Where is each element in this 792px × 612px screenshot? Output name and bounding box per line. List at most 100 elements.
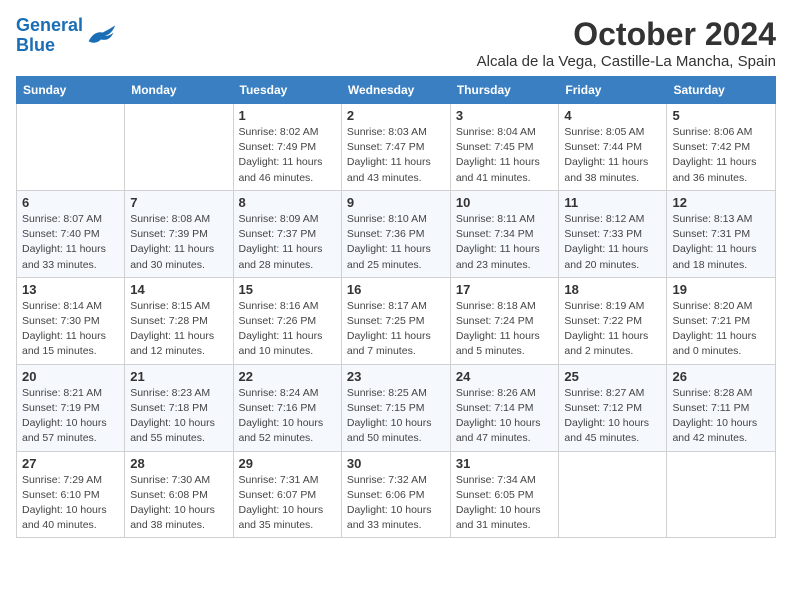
day-number: 19 bbox=[672, 282, 770, 297]
day-number: 23 bbox=[347, 369, 445, 384]
calendar-cell: 29 Sunrise: 7:31 AM Sunset: 6:07 PM Dayli… bbox=[233, 451, 341, 538]
calendar-cell: 24Sunrise: 8:26 AM Sunset: 7:14 PM Dayli… bbox=[450, 364, 559, 451]
calendar-cell: 16 Sunrise: 8:17 AM Sunset: 7:25 PM Dayli… bbox=[341, 277, 450, 364]
calendar-cell: 7Sunrise: 8:08 AM Sunset: 7:39 PM Daylig… bbox=[125, 190, 233, 277]
calendar-cell: 6 Sunrise: 8:07 AM Sunset: 7:40 PM Daylig… bbox=[17, 190, 125, 277]
day-number: 13 bbox=[22, 282, 119, 297]
calendar-week-row: 20 Sunrise: 8:21 AM Sunset: 7:19 PM Dayli… bbox=[17, 364, 776, 451]
day-detail: Sunrise: 7:31 AM Sunset: 6:07 PM Dayligh… bbox=[239, 473, 336, 534]
day-detail: Sunrise: 8:05 AM Sunset: 7:44 PM Dayligh… bbox=[564, 125, 661, 186]
calendar-cell: 23Sunrise: 8:25 AM Sunset: 7:15 PM Dayli… bbox=[341, 364, 450, 451]
day-detail: Sunrise: 8:28 AM Sunset: 7:11 PM Dayligh… bbox=[672, 386, 770, 447]
day-detail: Sunrise: 8:11 AM Sunset: 7:34 PM Dayligh… bbox=[456, 212, 554, 273]
day-number: 26 bbox=[672, 369, 770, 384]
calendar-cell: 26 Sunrise: 8:28 AM Sunset: 7:11 PM Dayli… bbox=[667, 364, 776, 451]
day-number: 20 bbox=[22, 369, 119, 384]
day-number: 24 bbox=[456, 369, 554, 384]
day-number: 21 bbox=[130, 369, 227, 384]
day-detail: Sunrise: 8:07 AM Sunset: 7:40 PM Dayligh… bbox=[22, 212, 119, 273]
calendar-cell: 8 Sunrise: 8:09 AM Sunset: 7:37 PM Daylig… bbox=[233, 190, 341, 277]
day-number: 9 bbox=[347, 195, 445, 210]
day-detail: Sunrise: 7:29 AM Sunset: 6:10 PM Dayligh… bbox=[22, 473, 119, 534]
calendar-cell: 22 Sunrise: 8:24 AM Sunset: 7:16 PM Dayli… bbox=[233, 364, 341, 451]
day-detail: Sunrise: 7:32 AM Sunset: 6:06 PM Dayligh… bbox=[347, 473, 445, 534]
header-tuesday: Tuesday bbox=[233, 77, 341, 104]
calendar-cell: 9 Sunrise: 8:10 AM Sunset: 7:36 PM Daylig… bbox=[341, 190, 450, 277]
location-title: Alcala de la Vega, Castille-La Mancha, S… bbox=[477, 53, 776, 70]
day-number: 22 bbox=[239, 369, 336, 384]
logo-line2: Blue bbox=[16, 35, 55, 55]
day-detail: Sunrise: 8:27 AM Sunset: 7:12 PM Dayligh… bbox=[564, 386, 661, 447]
calendar-cell: 25 Sunrise: 8:27 AM Sunset: 7:12 PM Dayli… bbox=[559, 364, 667, 451]
day-detail: Sunrise: 8:19 AM Sunset: 7:22 PM Dayligh… bbox=[564, 299, 661, 360]
header-wednesday: Wednesday bbox=[341, 77, 450, 104]
day-number: 3 bbox=[456, 108, 554, 123]
calendar-cell: 14Sunrise: 8:15 AM Sunset: 7:28 PM Dayli… bbox=[125, 277, 233, 364]
calendar-cell: 21Sunrise: 8:23 AM Sunset: 7:18 PM Dayli… bbox=[125, 364, 233, 451]
day-detail: Sunrise: 8:08 AM Sunset: 7:39 PM Dayligh… bbox=[130, 212, 227, 273]
day-number: 5 bbox=[672, 108, 770, 123]
day-number: 10 bbox=[456, 195, 554, 210]
calendar-cell: 18 Sunrise: 8:19 AM Sunset: 7:22 PM Dayli… bbox=[559, 277, 667, 364]
day-number: 2 bbox=[347, 108, 445, 123]
day-detail: Sunrise: 8:02 AM Sunset: 7:49 PM Dayligh… bbox=[239, 125, 336, 186]
day-detail: Sunrise: 8:18 AM Sunset: 7:24 PM Dayligh… bbox=[456, 299, 554, 360]
calendar-cell: 17 Sunrise: 8:18 AM Sunset: 7:24 PM Dayli… bbox=[450, 277, 559, 364]
month-title: October 2024 bbox=[477, 16, 776, 53]
day-number: 27 bbox=[22, 456, 119, 471]
day-number: 30 bbox=[347, 456, 445, 471]
day-detail: Sunrise: 8:21 AM Sunset: 7:19 PM Dayligh… bbox=[22, 386, 119, 447]
calendar-week-row: 13 Sunrise: 8:14 AM Sunset: 7:30 PM Dayli… bbox=[17, 277, 776, 364]
day-detail: Sunrise: 7:34 AM Sunset: 6:05 PM Dayligh… bbox=[456, 473, 554, 534]
calendar-cell: 2 Sunrise: 8:03 AM Sunset: 7:47 PM Daylig… bbox=[341, 104, 450, 191]
calendar-cell: 5 Sunrise: 8:06 AM Sunset: 7:42 PM Daylig… bbox=[667, 104, 776, 191]
calendar-cell: 4 Sunrise: 8:05 AM Sunset: 7:44 PM Daylig… bbox=[559, 104, 667, 191]
day-number: 29 bbox=[239, 456, 336, 471]
day-detail: Sunrise: 8:12 AM Sunset: 7:33 PM Dayligh… bbox=[564, 212, 661, 273]
day-number: 25 bbox=[564, 369, 661, 384]
day-detail: Sunrise: 8:10 AM Sunset: 7:36 PM Dayligh… bbox=[347, 212, 445, 273]
day-detail: Sunrise: 8:04 AM Sunset: 7:45 PM Dayligh… bbox=[456, 125, 554, 186]
day-number: 17 bbox=[456, 282, 554, 297]
header-thursday: Thursday bbox=[450, 77, 559, 104]
calendar-cell: 11 Sunrise: 8:12 AM Sunset: 7:33 PM Dayli… bbox=[559, 190, 667, 277]
calendar-cell bbox=[125, 104, 233, 191]
day-detail: Sunrise: 8:06 AM Sunset: 7:42 PM Dayligh… bbox=[672, 125, 770, 186]
day-detail: Sunrise: 8:03 AM Sunset: 7:47 PM Dayligh… bbox=[347, 125, 445, 186]
logo: General Blue bbox=[16, 16, 117, 56]
day-number: 4 bbox=[564, 108, 661, 123]
day-detail: Sunrise: 8:09 AM Sunset: 7:37 PM Dayligh… bbox=[239, 212, 336, 273]
day-number: 18 bbox=[564, 282, 661, 297]
calendar-cell: 15Sunrise: 8:16 AM Sunset: 7:26 PM Dayli… bbox=[233, 277, 341, 364]
day-number: 14 bbox=[130, 282, 227, 297]
calendar-cell bbox=[667, 451, 776, 538]
calendar-week-row: 1 Sunrise: 8:02 AM Sunset: 7:49 PM Daylig… bbox=[17, 104, 776, 191]
calendar-cell: 10 Sunrise: 8:11 AM Sunset: 7:34 PM Dayli… bbox=[450, 190, 559, 277]
calendar-cell: 27 Sunrise: 7:29 AM Sunset: 6:10 PM Dayli… bbox=[17, 451, 125, 538]
calendar-cell: 13 Sunrise: 8:14 AM Sunset: 7:30 PM Dayli… bbox=[17, 277, 125, 364]
day-detail: Sunrise: 8:20 AM Sunset: 7:21 PM Dayligh… bbox=[672, 299, 770, 360]
calendar-cell: 20 Sunrise: 8:21 AM Sunset: 7:19 PM Dayli… bbox=[17, 364, 125, 451]
calendar-cell: 31Sunrise: 7:34 AM Sunset: 6:05 PM Dayli… bbox=[450, 451, 559, 538]
calendar-cell: 30 Sunrise: 7:32 AM Sunset: 6:06 PM Dayli… bbox=[341, 451, 450, 538]
day-detail: Sunrise: 8:14 AM Sunset: 7:30 PM Dayligh… bbox=[22, 299, 119, 360]
day-detail: Sunrise: 8:13 AM Sunset: 7:31 PM Dayligh… bbox=[672, 212, 770, 273]
calendar-table: SundayMondayTuesdayWednesdayThursdayFrid… bbox=[16, 76, 776, 538]
day-number: 15 bbox=[239, 282, 336, 297]
day-number: 16 bbox=[347, 282, 445, 297]
calendar-header-row: SundayMondayTuesdayWednesdayThursdayFrid… bbox=[17, 77, 776, 104]
day-number: 8 bbox=[239, 195, 336, 210]
day-number: 1 bbox=[239, 108, 336, 123]
calendar-cell bbox=[559, 451, 667, 538]
logo-bird-icon bbox=[85, 22, 117, 50]
calendar-cell: 3 Sunrise: 8:04 AM Sunset: 7:45 PM Daylig… bbox=[450, 104, 559, 191]
title-area: October 2024 Alcala de la Vega, Castille… bbox=[477, 16, 776, 70]
calendar-week-row: 27 Sunrise: 7:29 AM Sunset: 6:10 PM Dayli… bbox=[17, 451, 776, 538]
header-saturday: Saturday bbox=[667, 77, 776, 104]
day-number: 11 bbox=[564, 195, 661, 210]
day-detail: Sunrise: 8:17 AM Sunset: 7:25 PM Dayligh… bbox=[347, 299, 445, 360]
day-number: 6 bbox=[22, 195, 119, 210]
calendar-cell: 1 Sunrise: 8:02 AM Sunset: 7:49 PM Daylig… bbox=[233, 104, 341, 191]
day-detail: Sunrise: 8:24 AM Sunset: 7:16 PM Dayligh… bbox=[239, 386, 336, 447]
calendar-cell bbox=[17, 104, 125, 191]
